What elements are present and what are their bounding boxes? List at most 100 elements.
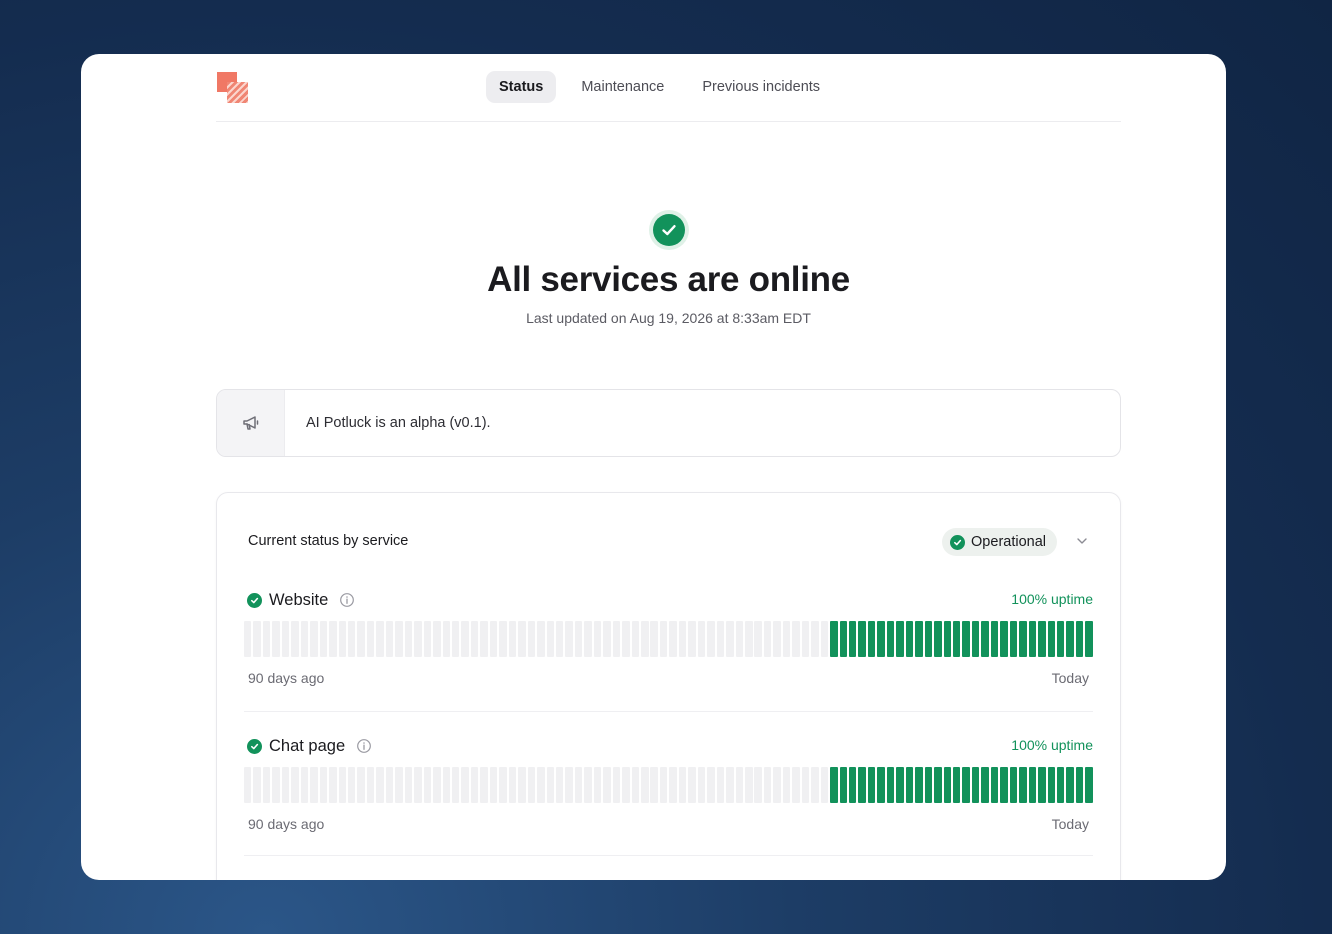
uptime-day-bar-no-data[interactable] (347, 767, 356, 803)
uptime-day-bar-no-data[interactable] (574, 767, 583, 803)
uptime-day-bar-no-data[interactable] (782, 621, 791, 657)
uptime-day-bar-no-data[interactable] (329, 767, 337, 803)
uptime-day-bar-no-data[interactable] (244, 767, 252, 803)
uptime-day-bar-operational[interactable] (1019, 621, 1027, 657)
uptime-day-bar-no-data[interactable] (678, 621, 687, 657)
uptime-day-bar-no-data[interactable] (451, 767, 460, 803)
uptime-day-bar-operational[interactable] (962, 621, 970, 657)
tab-maintenance[interactable]: Maintenance (568, 71, 677, 103)
uptime-day-bar-operational[interactable] (1000, 767, 1008, 803)
uptime-day-bar-operational[interactable] (858, 621, 866, 657)
uptime-day-bar-no-data[interactable] (366, 767, 375, 803)
uptime-day-bar-no-data[interactable] (584, 767, 592, 803)
uptime-day-bar-operational[interactable] (981, 767, 989, 803)
uptime-day-bar-no-data[interactable] (451, 621, 460, 657)
uptime-day-bar-no-data[interactable] (310, 621, 318, 657)
uptime-day-bar-no-data[interactable] (442, 767, 450, 803)
uptime-day-bar-no-data[interactable] (631, 621, 640, 657)
uptime-day-bar-no-data[interactable] (773, 767, 781, 803)
uptime-day-bar-operational[interactable] (1056, 621, 1065, 657)
tab-previous-incidents[interactable]: Previous incidents (689, 71, 833, 103)
uptime-day-bar-operational[interactable] (1075, 767, 1084, 803)
uptime-day-bar-no-data[interactable] (716, 767, 725, 803)
uptime-day-bar-no-data[interactable] (754, 621, 762, 657)
uptime-day-bar-no-data[interactable] (811, 621, 819, 657)
uptime-day-bar-no-data[interactable] (404, 621, 413, 657)
uptime-day-bar-no-data[interactable] (319, 621, 328, 657)
uptime-day-bar-no-data[interactable] (281, 621, 290, 657)
uptime-day-bar-no-data[interactable] (461, 621, 469, 657)
uptime-day-bar-operational[interactable] (943, 621, 952, 657)
uptime-day-bar-no-data[interactable] (631, 767, 640, 803)
uptime-day-bar-no-data[interactable] (272, 621, 280, 657)
uptime-day-bar-operational[interactable] (934, 621, 942, 657)
uptime-day-bar-no-data[interactable] (433, 767, 441, 803)
chevron-down-icon[interactable] (1075, 534, 1089, 553)
uptime-day-bar-no-data[interactable] (641, 767, 649, 803)
uptime-day-bar-no-data[interactable] (518, 621, 526, 657)
uptime-day-bar-no-data[interactable] (792, 621, 800, 657)
uptime-day-bar-no-data[interactable] (650, 767, 658, 803)
uptime-day-bar-no-data[interactable] (745, 621, 753, 657)
uptime-day-bar-operational[interactable] (1056, 767, 1065, 803)
uptime-day-bar-no-data[interactable] (716, 621, 725, 657)
uptime-day-bar-no-data[interactable] (253, 767, 261, 803)
uptime-day-bar-operational[interactable] (981, 621, 989, 657)
uptime-day-bar-operational[interactable] (905, 621, 914, 657)
uptime-day-bar-no-data[interactable] (726, 767, 734, 803)
uptime-day-bar-operational[interactable] (962, 767, 970, 803)
uptime-day-bar-operational[interactable] (1038, 767, 1046, 803)
uptime-day-bar-no-data[interactable] (244, 621, 252, 657)
uptime-day-bar-operational[interactable] (990, 621, 999, 657)
uptime-day-bar-no-data[interactable] (697, 621, 706, 657)
uptime-day-bar-no-data[interactable] (641, 621, 649, 657)
uptime-day-bar-no-data[interactable] (414, 767, 422, 803)
uptime-day-bar-no-data[interactable] (678, 767, 687, 803)
uptime-day-bar-no-data[interactable] (537, 621, 545, 657)
uptime-day-bar-operational[interactable] (877, 621, 885, 657)
status-filter-pill[interactable]: Operational (942, 528, 1057, 556)
uptime-day-bar-no-data[interactable] (347, 621, 356, 657)
uptime-day-bar-operational[interactable] (830, 767, 838, 803)
uptime-day-bar-no-data[interactable] (612, 767, 621, 803)
uptime-day-bar-no-data[interactable] (385, 621, 394, 657)
uptime-day-bar-no-data[interactable] (376, 767, 384, 803)
uptime-day-bar-no-data[interactable] (414, 621, 422, 657)
uptime-day-bar-no-data[interactable] (291, 621, 299, 657)
uptime-day-bar-no-data[interactable] (688, 621, 696, 657)
uptime-day-bar-operational[interactable] (839, 621, 848, 657)
uptime-day-bar-operational[interactable] (1038, 621, 1046, 657)
uptime-day-bar-no-data[interactable] (366, 621, 375, 657)
uptime-day-bar-operational[interactable] (1009, 767, 1018, 803)
uptime-day-bar-no-data[interactable] (470, 767, 479, 803)
uptime-day-bar-operational[interactable] (915, 767, 923, 803)
uptime-day-bar-operational[interactable] (1019, 767, 1027, 803)
uptime-day-bar-operational[interactable] (867, 621, 876, 657)
uptime-day-bar-operational[interactable] (934, 767, 942, 803)
uptime-day-bar-operational[interactable] (971, 767, 980, 803)
uptime-day-bar-no-data[interactable] (754, 767, 762, 803)
uptime-day-bar-operational[interactable] (1066, 767, 1074, 803)
uptime-day-bar-no-data[interactable] (546, 621, 554, 657)
uptime-day-bar-no-data[interactable] (735, 767, 744, 803)
uptime-day-bar-no-data[interactable] (726, 621, 734, 657)
uptime-day-bar-operational[interactable] (905, 767, 914, 803)
uptime-day-bar-no-data[interactable] (574, 621, 583, 657)
uptime-day-bar-operational[interactable] (1047, 767, 1055, 803)
uptime-day-bar-operational[interactable] (1028, 767, 1037, 803)
uptime-day-bar-operational[interactable] (1047, 621, 1055, 657)
uptime-day-bar-no-data[interactable] (820, 767, 829, 803)
uptime-day-bar-no-data[interactable] (357, 621, 365, 657)
uptime-day-bar-no-data[interactable] (338, 767, 347, 803)
uptime-day-bar-no-data[interactable] (357, 767, 365, 803)
uptime-day-bar-no-data[interactable] (622, 621, 630, 657)
uptime-day-bar-no-data[interactable] (319, 767, 328, 803)
uptime-day-bar-operational[interactable] (896, 767, 904, 803)
uptime-day-bar-no-data[interactable] (272, 767, 280, 803)
uptime-day-bar-no-data[interactable] (603, 767, 611, 803)
uptime-day-bar-no-data[interactable] (423, 621, 432, 657)
uptime-day-bar-no-data[interactable] (470, 621, 479, 657)
uptime-day-bar-no-data[interactable] (480, 621, 488, 657)
uptime-day-bar-operational[interactable] (849, 767, 857, 803)
uptime-day-bar-no-data[interactable] (603, 621, 611, 657)
